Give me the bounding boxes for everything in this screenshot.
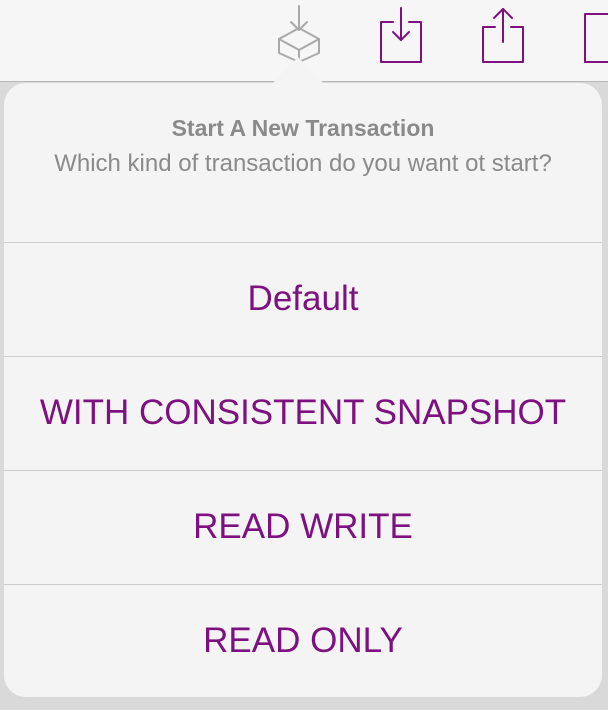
option-read-write[interactable]: READ WRITE <box>4 470 602 583</box>
option-with-consistent-snapshot[interactable]: WITH CONSISTENT SNAPSHOT <box>4 356 602 469</box>
document-button[interactable] <box>580 0 608 70</box>
transaction-popover: Start A New Transaction Which kind of tr… <box>4 83 602 697</box>
document-icon <box>580 0 608 66</box>
tray-download-icon <box>376 0 426 66</box>
popover-arrow <box>272 57 324 84</box>
option-read-only[interactable]: READ ONLY <box>4 584 602 697</box>
option-default[interactable]: Default <box>4 242 602 355</box>
import-button[interactable] <box>376 0 426 70</box>
popover-title: Start A New Transaction <box>171 115 435 141</box>
popover-message: Which kind of transaction do you want ot… <box>54 150 552 177</box>
share-button[interactable] <box>478 0 528 70</box>
popover-header: Start A New Transaction Which kind of tr… <box>4 83 602 242</box>
share-icon <box>478 0 528 66</box>
